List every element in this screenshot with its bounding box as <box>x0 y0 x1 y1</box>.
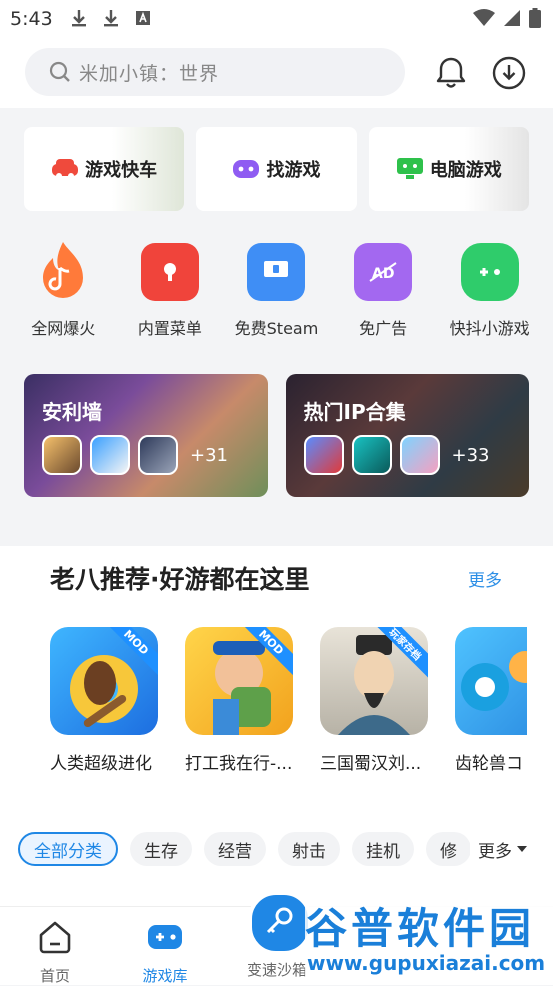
notification-bell-icon[interactable] <box>434 56 468 90</box>
chip-shooting[interactable]: 射击 <box>278 832 340 866</box>
banner-title: 热门IP合集 <box>303 400 406 424</box>
more-label: 更多 <box>478 841 512 862</box>
watermark-url: www.gupuxiazai.com <box>307 951 546 975</box>
status-time: 5:43 <box>10 8 53 30</box>
banner-hot-ip[interactable]: 热门IP合集 +33 <box>285 374 529 497</box>
menu-card-icon <box>140 243 199 301</box>
flame-icon <box>34 242 92 301</box>
chip-management[interactable]: 经营 <box>204 832 266 866</box>
game-avatar <box>399 435 440 475</box>
search-placeholder: 米加小镇：世界 <box>79 62 220 85</box>
game-name: 打工我在行-... <box>185 754 293 774</box>
game-name: 齿轮兽コ <box>455 754 523 774</box>
game-avatar <box>303 435 344 475</box>
banner-more-count: +31 <box>190 444 228 466</box>
game-card[interactable]: 玩家存档 三国蜀汉刘... <box>320 627 428 774</box>
game-card[interactable]: MOD 人类超级进化 <box>50 627 158 774</box>
quick-label: 免费Steam <box>234 319 319 338</box>
speed-sandbox-button[interactable] <box>248 891 312 955</box>
tab-game-library[interactable]: 游戏库 <box>120 919 210 986</box>
quick-entries: 全网爆火 内置菜单 免费Steam AD 免广告 快抖小游戏 <box>0 242 553 353</box>
chip-survival[interactable]: 生存 <box>130 832 192 866</box>
top-header: 米加小镇：世界 <box>0 38 553 108</box>
mini-game-icon <box>460 243 519 301</box>
section-title: 老八推荐·好游都在这里 <box>50 565 310 594</box>
game-card[interactable]: MOD 打工我在行-... <box>185 627 293 774</box>
gamepad-icon <box>232 158 260 180</box>
chip-idle[interactable]: 挂机 <box>352 832 414 866</box>
category-filter: 全部分类 生存 经营 射击 挂机 修 更多 <box>0 796 553 906</box>
quick-item-menu[interactable]: 内置菜单 <box>120 243 220 353</box>
watermark-title: 谷普软件园 <box>305 904 536 953</box>
download-manager-icon[interactable] <box>492 56 526 90</box>
tab-home[interactable]: 首页 <box>10 919 100 986</box>
quick-item-hot[interactable]: 全网爆火 <box>13 242 113 353</box>
game-library-icon <box>146 919 184 959</box>
ad-block-icon: AD <box>354 243 413 301</box>
steam-monitor-icon <box>247 243 306 301</box>
more-categories-button[interactable]: 更多 <box>470 832 528 866</box>
game-icon: MOD <box>50 627 158 735</box>
game-icon: MOD <box>185 627 293 735</box>
chip-partial[interactable]: 修 <box>426 832 471 866</box>
key-icon <box>263 904 297 942</box>
watermark: 谷普软件园 www.gupuxiazai.com <box>305 895 553 984</box>
quick-label: 快抖小游戏 <box>449 319 530 338</box>
game-name: 人类超级进化 <box>50 754 152 774</box>
game-avatar <box>138 435 178 475</box>
more-link[interactable]: 更多 <box>468 566 502 591</box>
banner-recommend-wall[interactable]: 安利墙 +31 <box>24 374 268 497</box>
caret-down-icon <box>516 839 528 859</box>
card-label: 电脑游戏 <box>429 160 502 181</box>
monitor-icon <box>396 158 424 180</box>
game-card[interactable]: 齿轮兽コ <box>455 627 527 774</box>
game-avatar <box>351 435 392 475</box>
game-icon: 玩家存档 <box>320 627 428 735</box>
search-icon <box>49 61 71 83</box>
banner-more-count: +33 <box>451 444 490 466</box>
chip-all[interactable]: 全部分类 <box>18 832 118 866</box>
tab-label: 首页 <box>39 967 70 985</box>
card-find-game[interactable]: 找游戏 <box>196 127 357 211</box>
category-cards: 游戏快车 找游戏 电脑游戏 <box>24 127 529 211</box>
quick-label: 内置菜单 <box>137 319 202 338</box>
quick-label: 全网爆火 <box>31 319 96 338</box>
battery-icon <box>529 8 541 32</box>
card-game-accelerator[interactable]: 游戏快车 <box>24 127 185 211</box>
tab-label: 游戏库 <box>142 967 188 985</box>
game-name: 三国蜀汉刘... <box>320 754 422 774</box>
download-icon <box>102 8 120 28</box>
game-avatar <box>42 435 82 475</box>
game-icon <box>455 627 527 735</box>
signal-icon <box>503 9 521 31</box>
banners: 安利墙 +31 热门IP合集 +33 <box>24 374 529 497</box>
quick-item-steam[interactable]: 免费Steam <box>226 243 326 353</box>
download-icon <box>70 8 88 28</box>
card-label: 游戏快车 <box>85 160 158 181</box>
card-label: 找游戏 <box>266 160 321 181</box>
banner-title: 安利墙 <box>42 400 102 424</box>
status-bar: 5:43 <box>0 0 553 38</box>
wifi-icon <box>473 9 495 31</box>
quick-item-no-ads[interactable]: AD 免广告 <box>333 243 433 353</box>
quick-label: 免广告 <box>359 319 408 338</box>
card-pc-games[interactable]: 电脑游戏 <box>368 127 529 211</box>
game-avatar <box>90 435 130 475</box>
search-bar[interactable]: 米加小镇：世界 <box>25 48 405 96</box>
home-icon <box>37 919 73 959</box>
quick-item-mini-games[interactable]: 快抖小游戏 <box>440 243 540 353</box>
svg-text:AD: AD <box>372 266 394 282</box>
car-icon <box>51 158 79 180</box>
tab-label: 变速沙箱 <box>246 961 307 979</box>
recommend-section: 老八推荐·好游都在这里 更多 MOD 人类超级进化 MOD 打工我在行-... … <box>0 546 553 796</box>
font-icon <box>134 8 152 28</box>
